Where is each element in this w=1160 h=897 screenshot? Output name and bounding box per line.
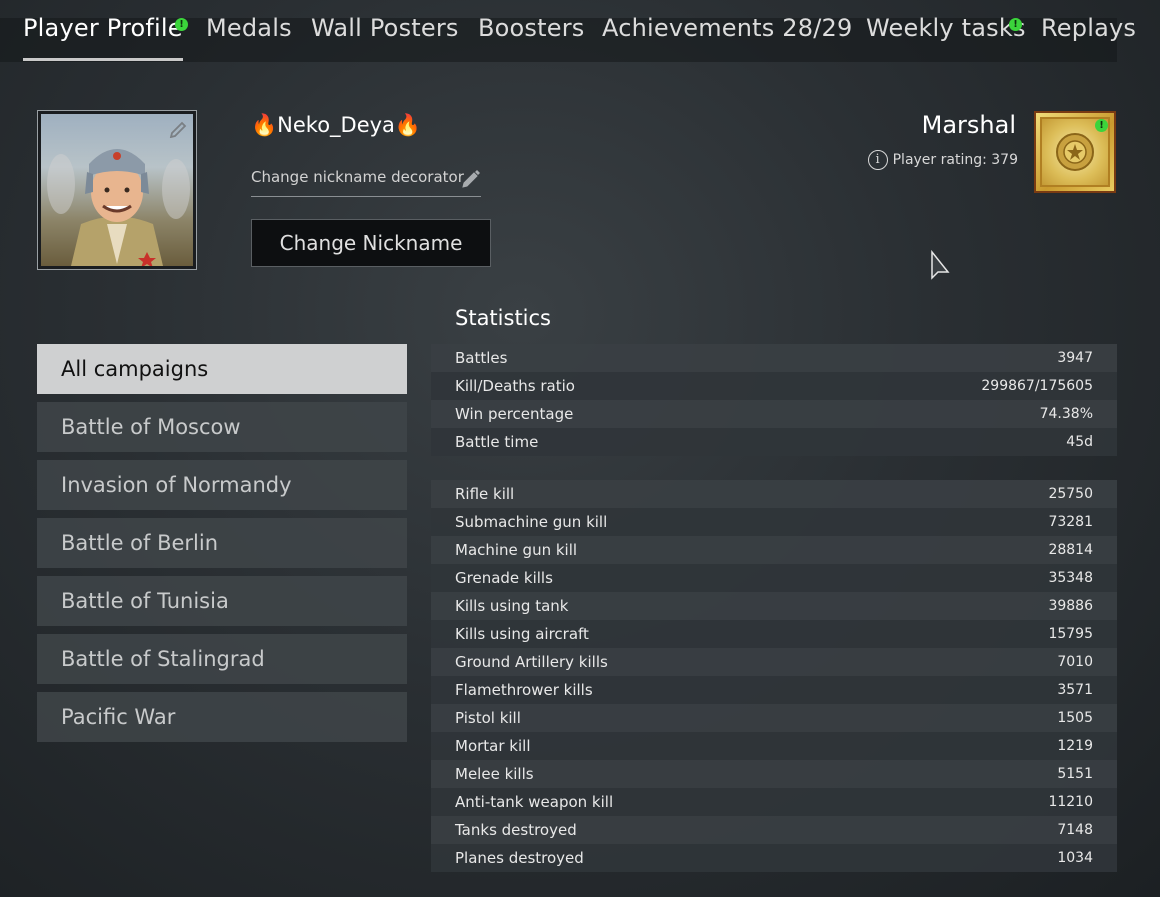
- stat-label: Mortar kill: [455, 737, 531, 755]
- stat-value: 7148: [1057, 822, 1093, 838]
- stat-row: Flamethrower kills 3571: [431, 676, 1117, 704]
- tab-boosters[interactable]: Boosters: [478, 14, 584, 42]
- stat-label: Planes destroyed: [455, 849, 584, 867]
- stat-row: Ground Artillery kills 7010: [431, 648, 1117, 676]
- stat-value: 1219: [1057, 738, 1093, 754]
- stat-value: 39886: [1048, 598, 1093, 614]
- campaign-battle-of-stalingrad[interactable]: Battle of Stalingrad: [37, 634, 407, 684]
- stat-row: Planes destroyed 1034: [431, 844, 1117, 872]
- kill-stats-table: Rifle kill 25750 Submachine gun kill 73281…: [431, 480, 1117, 872]
- stat-label: Pistol kill: [455, 709, 521, 727]
- decorator-label: Change nickname decorator: [251, 168, 464, 186]
- player-rating: i Player rating: 379: [867, 150, 1018, 170]
- stat-label: Flamethrower kills: [455, 681, 593, 699]
- tab-weekly-tasks[interactable]: Weekly tasks: [866, 14, 1026, 42]
- stat-row: Mortar kill 1219: [431, 732, 1117, 760]
- campaign-battle-of-berlin[interactable]: Battle of Berlin: [37, 518, 407, 568]
- avatar-image: [41, 114, 193, 266]
- stat-value: 3947: [1057, 350, 1093, 366]
- change-nickname-decorator[interactable]: Change nickname decorator: [251, 168, 481, 197]
- stat-row: Battles 3947: [431, 344, 1117, 372]
- stat-row: Win percentage 74.38%: [431, 400, 1117, 428]
- notification-dot: !: [1009, 18, 1022, 31]
- stat-label: Grenade kills: [455, 569, 553, 587]
- campaign-pacific-war[interactable]: Pacific War: [37, 692, 407, 742]
- campaign-invasion-of-normandy[interactable]: Invasion of Normandy: [37, 460, 407, 510]
- stat-label: Ground Artillery kills: [455, 653, 608, 671]
- campaign-battle-of-tunisia[interactable]: Battle of Tunisia: [37, 576, 407, 626]
- campaign-battle-of-moscow[interactable]: Battle of Moscow: [37, 402, 407, 452]
- stat-row: Kill/Deaths ratio 299867/175605: [431, 372, 1117, 400]
- change-nickname-button[interactable]: Change Nickname: [251, 219, 491, 267]
- stat-label: Anti-tank weapon kill: [455, 793, 614, 811]
- tab-player-profile[interactable]: Player Profile: [23, 14, 183, 42]
- stat-row: Kills using tank 39886: [431, 592, 1117, 620]
- tab-replays[interactable]: Replays: [1041, 14, 1136, 42]
- stat-label: Battle time: [455, 433, 539, 451]
- stat-value: 74.38%: [1039, 406, 1093, 422]
- stat-row: Kills using aircraft 15795: [431, 620, 1117, 648]
- campaign-all-campaigns[interactable]: All campaigns: [37, 344, 407, 394]
- stat-row: Melee kills 5151: [431, 760, 1117, 788]
- stat-label: Win percentage: [455, 405, 574, 423]
- mouse-cursor-icon: [931, 250, 950, 280]
- stat-row: Grenade kills 35348: [431, 564, 1117, 592]
- stat-value: 11210: [1048, 794, 1093, 810]
- pencil-icon: [462, 170, 480, 188]
- stat-value: 15795: [1048, 626, 1093, 642]
- active-tab-underline: [23, 58, 183, 61]
- stat-value: 25750: [1048, 486, 1093, 502]
- stat-value: 73281: [1048, 514, 1093, 530]
- stat-row: Submachine gun kill 73281: [431, 508, 1117, 536]
- stat-label: Submachine gun kill: [455, 513, 608, 531]
- stat-value: 1034: [1057, 850, 1093, 866]
- stat-value: 35348: [1048, 570, 1093, 586]
- tab-wall-posters[interactable]: Wall Posters: [311, 14, 459, 42]
- stat-value: 5151: [1057, 766, 1093, 782]
- info-icon[interactable]: i: [867, 150, 888, 170]
- statistics-title: Statistics: [455, 306, 551, 330]
- player-nickname: 🔥Neko_Deya🔥: [251, 113, 422, 137]
- stat-value: 28814: [1048, 542, 1093, 558]
- stat-row: Rifle kill 25750: [431, 480, 1117, 508]
- stat-value: 3571: [1057, 682, 1093, 698]
- stat-value: 1505: [1057, 710, 1093, 726]
- stat-label: Melee kills: [455, 765, 534, 783]
- tab-achievements[interactable]: Achievements 28/29: [602, 14, 852, 42]
- stat-row: Anti-tank weapon kill 11210: [431, 788, 1117, 816]
- stat-row: Machine gun kill 28814: [431, 536, 1117, 564]
- stat-value: 299867/175605: [981, 378, 1093, 394]
- stat-value: 7010: [1057, 654, 1093, 670]
- notification-dot: !: [175, 18, 188, 31]
- player-rating-label: Player rating: 379: [892, 152, 1018, 168]
- stat-label: Tanks destroyed: [455, 821, 577, 839]
- stat-row: Battle time 45d: [431, 428, 1117, 456]
- notification-dot: !: [1095, 119, 1108, 132]
- stat-label: Kills using aircraft: [455, 625, 589, 643]
- tab-medals[interactable]: Medals: [206, 14, 292, 42]
- pencil-icon[interactable]: [169, 118, 189, 138]
- general-stats-table: Battles 3947 Kill/Deaths ratio 299867/1756…: [431, 344, 1117, 456]
- avatar[interactable]: [37, 110, 197, 270]
- rank-badge[interactable]: !: [1034, 111, 1116, 193]
- stat-row: Pistol kill 1505: [431, 704, 1117, 732]
- stat-label: Kills using tank: [455, 597, 569, 615]
- stat-label: Rifle kill: [455, 485, 515, 503]
- rank-title: Marshal: [921, 111, 1016, 139]
- stat-value: 45d: [1066, 434, 1093, 450]
- stat-label: Machine gun kill: [455, 541, 578, 559]
- stat-row: Tanks destroyed 7148: [431, 816, 1117, 844]
- stat-label: Kill/Deaths ratio: [455, 377, 575, 395]
- stat-label: Battles: [455, 349, 508, 367]
- rank-emblem-icon: [1056, 133, 1094, 171]
